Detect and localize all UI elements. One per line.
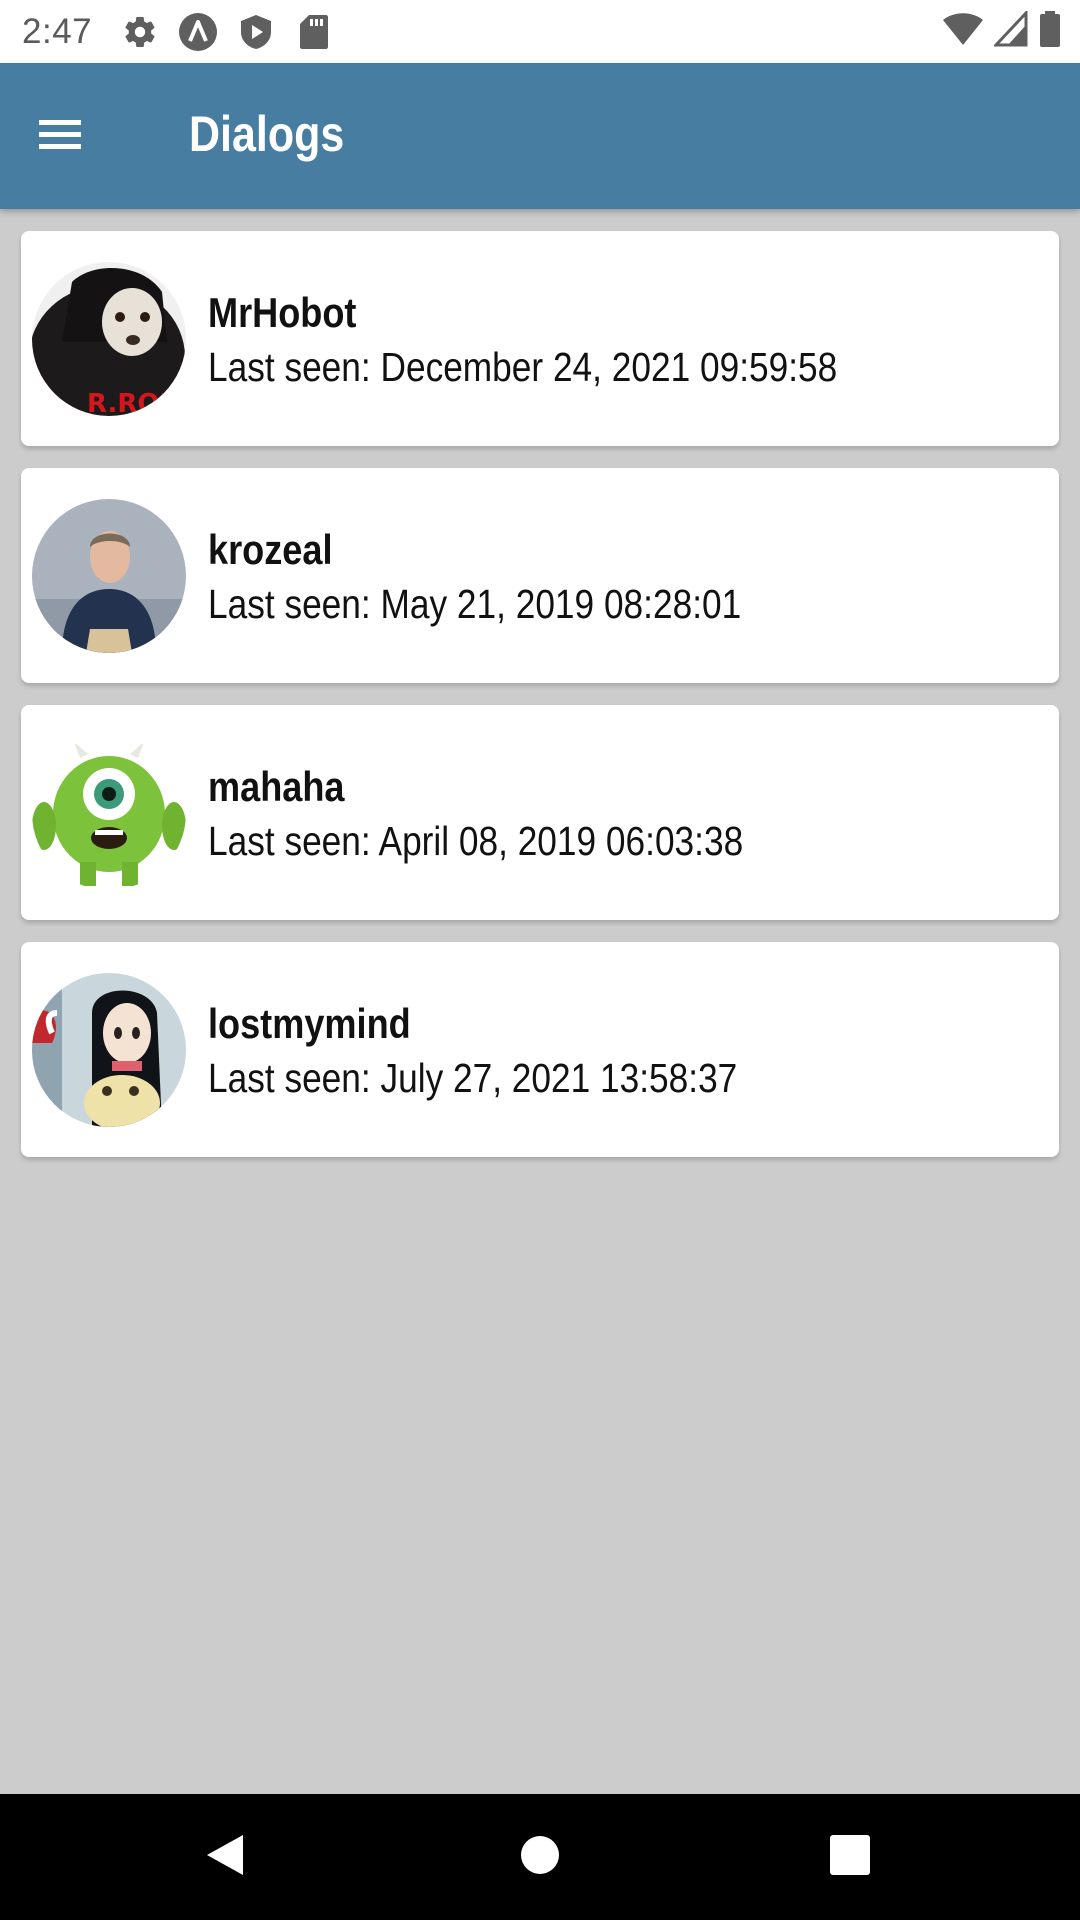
battery-icon (1038, 10, 1062, 53)
svg-text:R.ROBO: R.ROBO (87, 389, 186, 416)
cell-signal-icon (992, 9, 1028, 52)
dog-hoodie-avatar: R.ROBO (32, 262, 186, 416)
settings-gear-icon (120, 12, 160, 52)
man-hoodie-avatar (32, 499, 186, 653)
dialog-name: krozeal (208, 526, 333, 573)
page-title: Dialogs (189, 106, 345, 162)
app-bar: Dialogs (0, 63, 1080, 209)
dialog-last-seen: Last seen: July 27, 2021 13:58:37 (208, 1055, 738, 1101)
dialog-name: MrHobot (208, 289, 357, 336)
sd-card-icon (294, 12, 334, 52)
recents-button[interactable] (815, 1822, 885, 1892)
green-monster-avatar (32, 736, 186, 890)
home-circle-icon (519, 1834, 561, 1881)
dialog-item-krozeal[interactable]: krozeal Last seen: May 21, 2019 08:28:01 (21, 468, 1059, 683)
dialog-last-seen: Last seen: December 24, 2021 09:59:58 (208, 344, 838, 390)
anime-girl-avatar (32, 973, 186, 1127)
navigation-bar (0, 1794, 1080, 1920)
status-right-group (942, 0, 1062, 63)
back-triangle-icon (201, 1831, 249, 1884)
status-time: 2:47 (22, 11, 93, 51)
back-button[interactable] (190, 1822, 260, 1892)
dialog-item-mrhobot[interactable]: R.ROBO MrHobot Last seen: December 24, 2… (21, 231, 1059, 446)
screen: 2:47 Dialogs R.ROB MrHobot Last seen: De… (0, 0, 1080, 1920)
hamburger-menu-icon (39, 118, 81, 155)
dialog-name: mahaha (208, 763, 345, 810)
dialog-last-seen: Last seen: April 08, 2019 06:03:38 (208, 818, 744, 864)
hamburger-menu-button[interactable] (30, 106, 90, 166)
dialog-item-mahaha[interactable]: mahaha Last seen: April 08, 2019 06:03:3… (21, 705, 1059, 920)
android-a-icon (178, 12, 218, 52)
dialog-item-lostmymind[interactable]: lostmymind Last seen: July 27, 2021 13:5… (21, 942, 1059, 1157)
wifi-icon (942, 11, 984, 52)
recents-square-icon (828, 1833, 872, 1882)
dialog-name: lostmymind (208, 1000, 411, 1047)
home-button[interactable] (505, 1822, 575, 1892)
status-bar: 2:47 (0, 0, 1080, 63)
shield-play-icon (236, 12, 276, 52)
dialog-last-seen: Last seen: May 21, 2019 08:28:01 (208, 581, 742, 627)
dialog-list: R.ROBO MrHobot Last seen: December 24, 2… (21, 231, 1059, 1179)
